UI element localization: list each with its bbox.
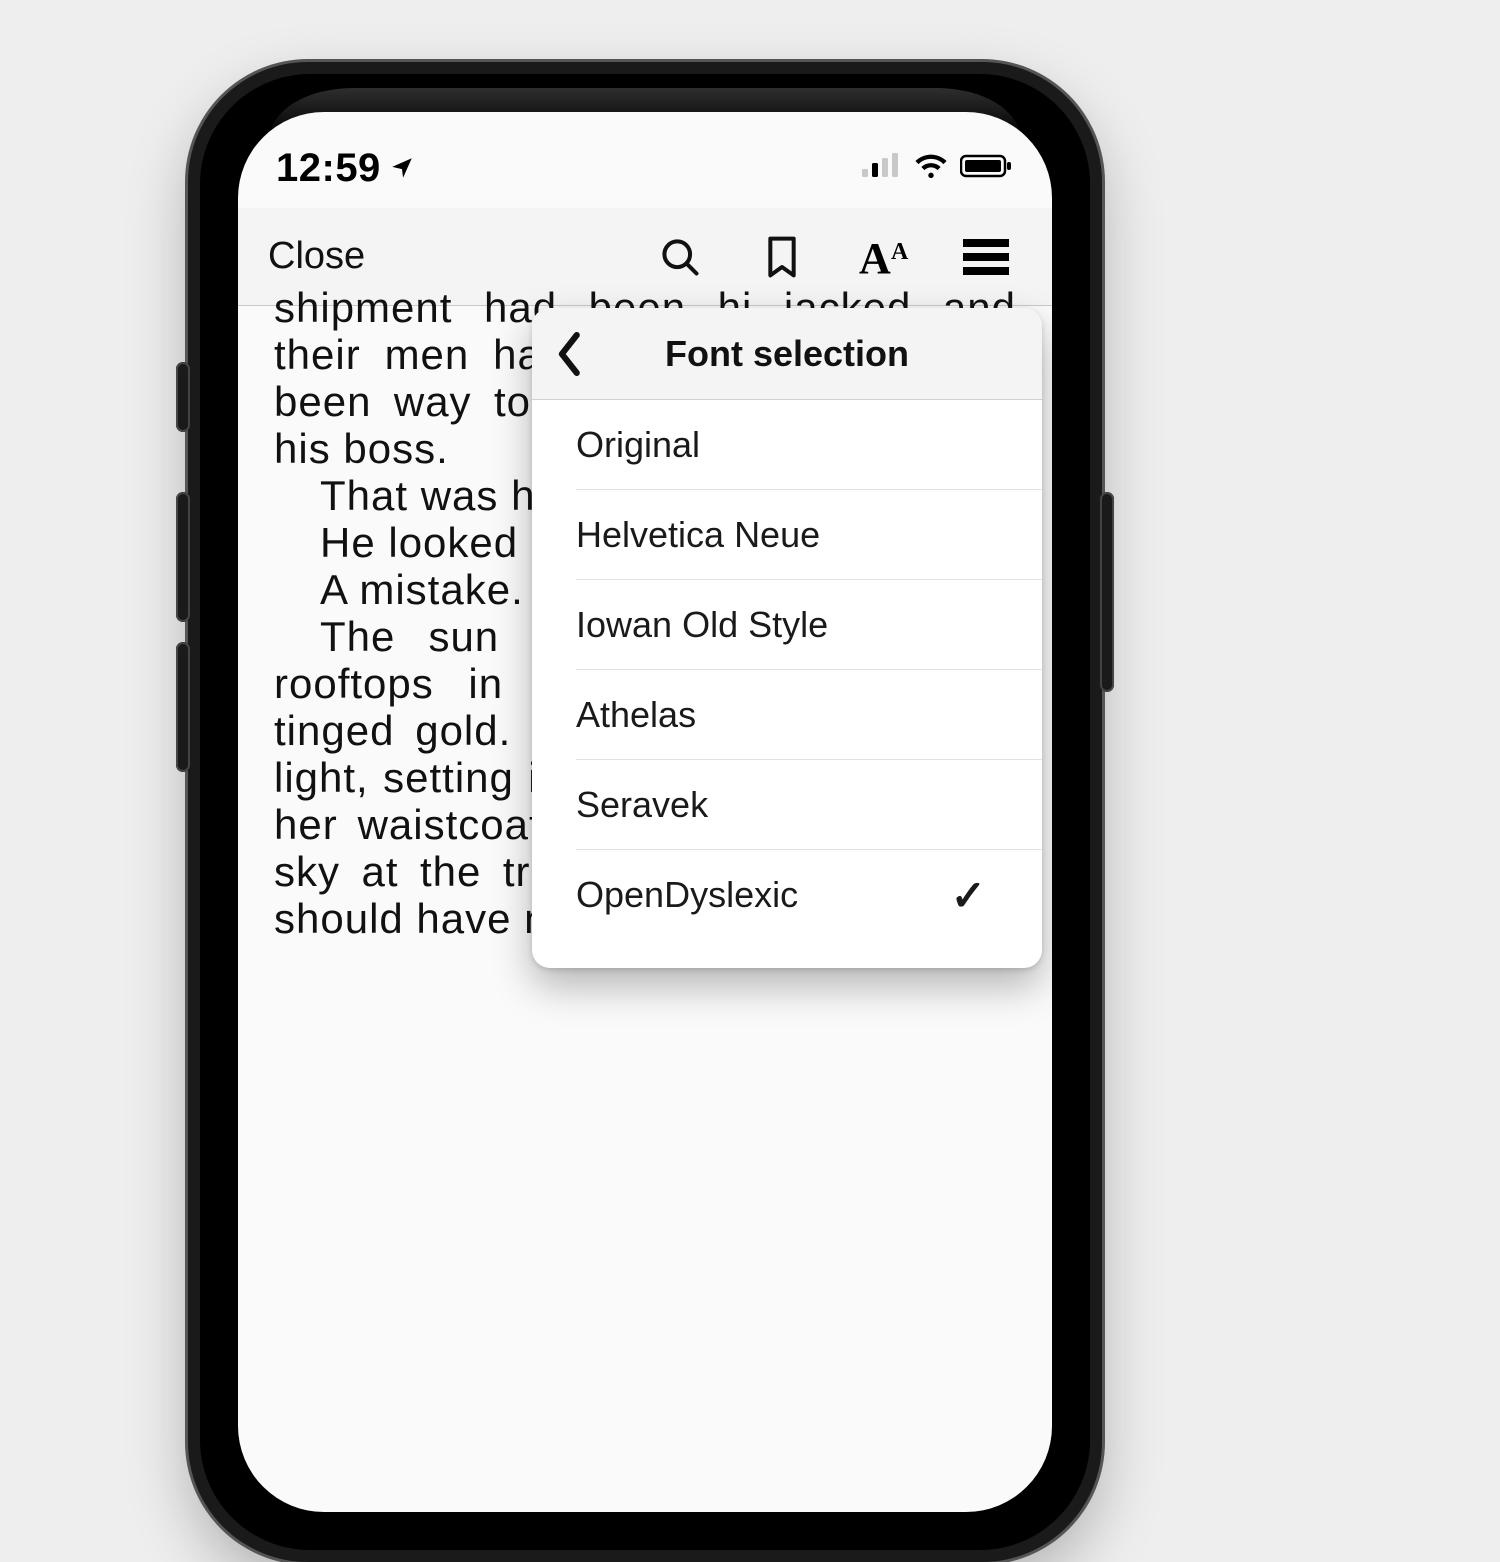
- location-icon: [389, 146, 415, 191]
- font-option-label: Athelas: [576, 694, 696, 736]
- cellular-icon: [862, 153, 902, 184]
- font-option-label: Helvetica Neue: [576, 514, 820, 556]
- phone-volume-down: [176, 642, 190, 772]
- popover-header: Font selection: [532, 308, 1042, 400]
- wifi-icon: [914, 153, 948, 184]
- phone-mute-switch: [176, 362, 190, 432]
- battery-icon: [960, 153, 1014, 184]
- close-button[interactable]: Close: [268, 235, 365, 278]
- back-button[interactable]: [540, 308, 600, 399]
- menu-icon[interactable]: [950, 221, 1022, 293]
- font-option-helvetica-neue[interactable]: Helvetica Neue: [576, 490, 1042, 580]
- font-option-label: Seravek: [576, 784, 708, 826]
- svg-text:A: A: [891, 239, 909, 265]
- font-option-opendyslexic[interactable]: OpenDyslexic ✓: [576, 850, 1042, 940]
- phone-volume-up: [176, 492, 190, 622]
- font-option-original[interactable]: Original: [576, 400, 1042, 490]
- font-option-label: Original: [576, 424, 700, 466]
- phone-screen: 12:59: [238, 112, 1052, 1512]
- status-time: 12:59: [276, 146, 381, 191]
- phone-bezel: 12:59: [200, 74, 1090, 1550]
- phone-power-button: [1100, 492, 1114, 692]
- phone-frame: 12:59: [188, 62, 1102, 1562]
- svg-text:A: A: [859, 234, 891, 281]
- status-bar: 12:59: [238, 112, 1052, 208]
- font-settings-icon[interactable]: A A: [848, 221, 920, 293]
- font-option-seravek[interactable]: Seravek: [576, 760, 1042, 850]
- search-icon[interactable]: [644, 221, 716, 293]
- font-option-label: Iowan Old Style: [576, 604, 828, 646]
- bookmark-icon[interactable]: [746, 221, 818, 293]
- popover-title: Font selection: [532, 333, 1042, 375]
- font-selection-popover: Font selection Original Helvetica Neue I…: [532, 308, 1042, 968]
- font-list: Original Helvetica Neue Iowan Old Style …: [532, 400, 1042, 968]
- font-option-iowan-old-style[interactable]: Iowan Old Style: [576, 580, 1042, 670]
- font-option-label: OpenDyslexic: [576, 874, 798, 916]
- checkmark-icon: ✓: [951, 871, 986, 920]
- font-option-athelas[interactable]: Athelas: [576, 670, 1042, 760]
